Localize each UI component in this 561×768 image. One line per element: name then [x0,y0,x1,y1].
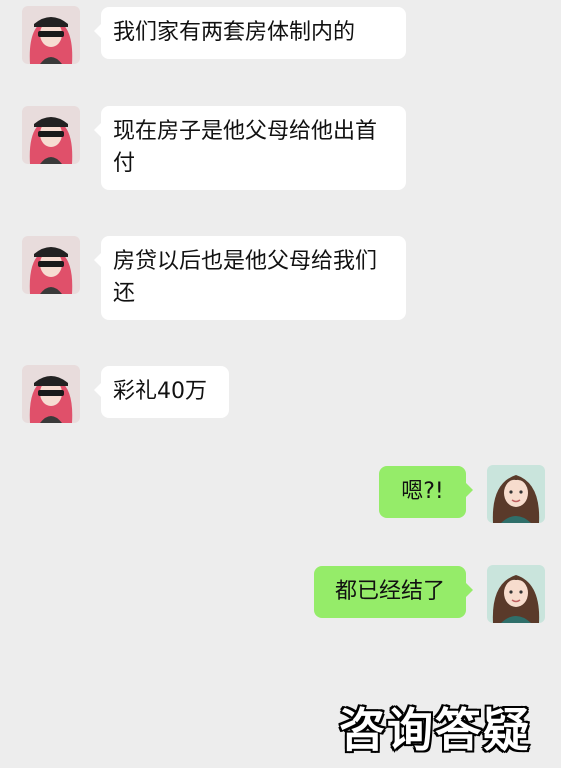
message-bubble-incoming[interactable]: 彩礼40万 [94,366,229,418]
video-caption: 咨询答疑 [338,702,531,759]
contact-avatar[interactable] [22,236,80,294]
message-bubble-incoming[interactable]: 房贷以后也是他父母给我们还 [94,236,406,320]
message-bubble-outgoing[interactable]: 都已经结了 [314,566,473,618]
user-avatar[interactable] [487,565,545,623]
contact-avatar[interactable] [22,106,80,164]
message-text: 都已经结了 [334,579,445,604]
message-text: 嗯?! [401,479,444,504]
contact-avatar[interactable] [22,6,80,64]
message-text: 彩礼40万 [113,379,207,404]
contact-avatar[interactable] [22,365,80,423]
message-text: 现在房子是他父母给他出首付 [113,119,378,176]
user-avatar[interactable] [487,465,545,523]
message-text: 我们家有两套房体制内的 [113,20,356,45]
message-text: 房贷以后也是他父母给我们还 [113,249,378,306]
message-bubble-incoming[interactable]: 我们家有两套房体制内的 [94,7,406,59]
message-bubble-outgoing[interactable]: 嗯?! [379,466,473,518]
message-bubble-incoming[interactable]: 现在房子是他父母给他出首付 [94,106,406,190]
